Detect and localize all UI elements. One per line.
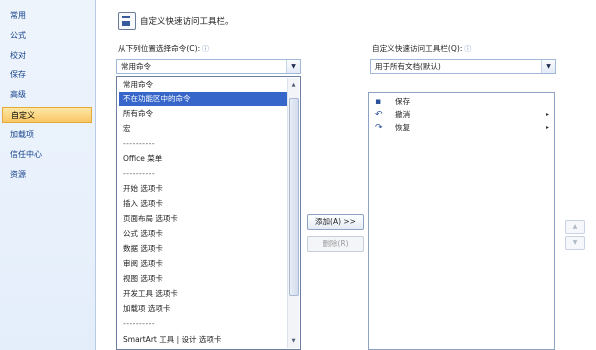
chevron-down-icon[interactable]: ▼ (541, 60, 555, 73)
options-nav: 常用 公式 校对 保存 高级 自定义 加载项 信任中心 资源 (0, 0, 96, 350)
dropdown-option[interactable]: Office 菜单 (119, 152, 289, 166)
dropdown-option[interactable]: 宏 (119, 122, 289, 136)
choose-commands-label-text: 从下列位置选择命令(C): (118, 44, 201, 53)
move-down-button[interactable]: ▼ (565, 236, 585, 250)
choose-commands-label: 从下列位置选择命令(C): ⓘ (118, 43, 209, 54)
nav-item-addins[interactable]: 加载项 (2, 127, 92, 143)
nav-item-customize[interactable]: 自定义 (2, 107, 92, 123)
qat-scope-combo-value: 用于所有文档(默认) (375, 62, 441, 71)
qat-item-undo[interactable]: ↶ 撤消 ▸ (373, 109, 551, 121)
dropdown-separator: ---------- (123, 169, 156, 178)
scrollbar-thumb[interactable] (289, 98, 299, 296)
dropdown-option[interactable]: 插入 选项卡 (119, 197, 289, 211)
nav-item-resources[interactable]: 资源 (2, 167, 92, 183)
nav-item-proofing[interactable]: 校对 (2, 48, 92, 64)
qat-item-redo[interactable]: ↷ 恢复 ▸ (373, 122, 551, 134)
dropdown-option[interactable]: 开发工具 选项卡 (119, 287, 289, 301)
save-icon: ▪ (375, 97, 382, 107)
qat-item-save[interactable]: ▪ 保存 (373, 96, 551, 108)
undo-icon: ↶ (375, 110, 383, 120)
qat-item-label: 恢复 (395, 123, 411, 132)
nav-item-advanced[interactable]: 高级 (2, 87, 92, 103)
scroll-down-arrow-icon[interactable]: ▼ (288, 336, 299, 346)
choose-commands-combo[interactable]: 常用命令 ▼ (116, 59, 301, 74)
scroll-up-arrow-icon[interactable]: ▲ (288, 80, 299, 90)
customize-qat-label-text: 自定义快速访问工具栏(Q): (372, 44, 463, 53)
info-icon: ⓘ (464, 45, 472, 53)
dropdown-option[interactable]: 开始 选项卡 (119, 182, 289, 196)
choose-commands-dropdown-list: 常用命令 不在功能区中的命令 所有命令 宏 ---------- Office … (116, 76, 301, 350)
dropdown-separator: ---------- (123, 139, 156, 148)
customize-toolbar-icon (118, 12, 136, 30)
qat-command-list: ▪ 保存 ↶ 撤消 ▸ ↷ 恢复 ▸ (368, 92, 555, 350)
dropdown-option[interactable]: 加载项 选项卡 (119, 302, 289, 316)
remove-button[interactable]: 删除(R) (307, 236, 364, 252)
qat-item-label: 保存 (395, 97, 411, 106)
dropdown-option[interactable]: 数据 选项卡 (119, 242, 289, 256)
submenu-arrow-icon: ▸ (545, 111, 549, 118)
customize-qat-label: 自定义快速访问工具栏(Q): ⓘ (372, 43, 471, 54)
nav-item-trust-center[interactable]: 信任中心 (2, 147, 92, 163)
nav-item-save[interactable]: 保存 (2, 67, 92, 83)
chevron-down-icon[interactable]: ▼ (286, 60, 300, 73)
dropdown-option[interactable]: 公式 选项卡 (119, 227, 289, 241)
page-title: 自定义快速访问工具栏。 (140, 17, 234, 27)
dropdown-option[interactable]: 视图 选项卡 (119, 272, 289, 286)
move-up-button[interactable]: ▲ (565, 220, 585, 234)
qat-item-label: 撤消 (395, 110, 411, 119)
choose-commands-combo-value: 常用命令 (121, 62, 151, 71)
nav-item-formulas[interactable]: 公式 (2, 28, 92, 44)
dropdown-option-selected[interactable]: 不在功能区中的命令 (119, 92, 289, 106)
dropdown-scrollbar[interactable]: ▲ ▼ (287, 78, 299, 348)
submenu-arrow-icon: ▸ (545, 124, 549, 131)
redo-icon: ↷ (375, 123, 383, 133)
dropdown-option[interactable]: 所有命令 (119, 107, 289, 121)
add-button[interactable]: 添加(A) >> (307, 214, 364, 230)
qat-scope-combo[interactable]: 用于所有文档(默认) ▼ (370, 59, 556, 74)
dropdown-separator: ---------- (123, 319, 156, 328)
info-icon: ⓘ (202, 45, 210, 53)
dropdown-option[interactable]: 审阅 选项卡 (119, 257, 289, 271)
dropdown-option[interactable]: 常用命令 (119, 78, 289, 92)
dropdown-option[interactable]: SmartArt 工具 | 设计 选项卡 (119, 333, 289, 347)
nav-item-general[interactable]: 常用 (2, 8, 92, 24)
dropdown-option[interactable]: 页面布局 选项卡 (119, 212, 289, 226)
